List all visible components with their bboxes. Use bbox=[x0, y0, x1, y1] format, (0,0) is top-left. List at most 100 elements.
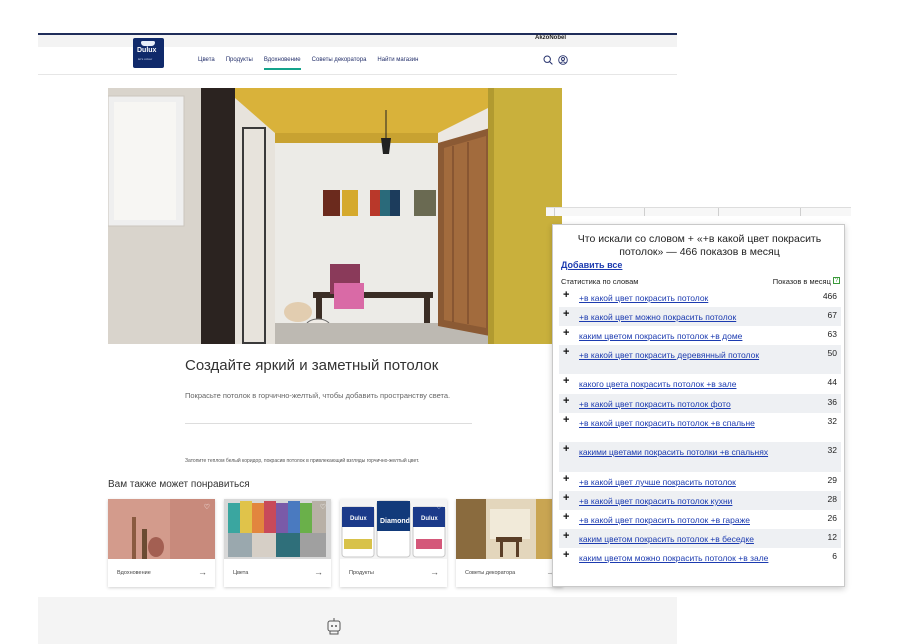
heart-icon[interactable]: ♡ bbox=[436, 503, 442, 511]
phrase-count: 12 bbox=[827, 532, 837, 542]
product-label: Diamond bbox=[380, 518, 410, 525]
card-colors[interactable]: ♡ Цвета → bbox=[224, 499, 331, 587]
add-phrase-icon[interactable]: + bbox=[563, 474, 569, 485]
nav-item-decorator-tips[interactable]: Советы декоратора bbox=[312, 57, 367, 70]
related-heading: Вам также может понравиться bbox=[108, 479, 250, 490]
phrase-link[interactable]: каким цветом можно покрасить потолок +в … bbox=[559, 548, 841, 564]
wordstat-popup: Что искали со словом + «+в какой цвет по… bbox=[552, 224, 845, 587]
card-image: Dulux Diamond Dulux ♡ bbox=[340, 499, 447, 559]
nav-item-colors[interactable]: Цвета bbox=[198, 57, 215, 70]
akzonobel-brand[interactable]: AkzoNobel bbox=[535, 35, 566, 41]
background-table-strip bbox=[546, 207, 851, 216]
column-phrase-header: Статистика по словам bbox=[561, 277, 639, 286]
add-phrase-icon[interactable]: + bbox=[563, 444, 569, 455]
phrase-link[interactable]: каким цветом покрасить потолок +в беседк… bbox=[559, 529, 841, 545]
column-count-label: Показов в месяц bbox=[772, 277, 831, 286]
phrase-count: 36 bbox=[827, 397, 837, 407]
phrase-link[interactable]: +в какой цвет покрасить деревянный потол… bbox=[559, 345, 841, 361]
product-label: Dulux bbox=[350, 516, 367, 522]
phrase-link[interactable]: +в какой цвет покрасить потолок фото bbox=[559, 394, 841, 410]
add-all-link[interactable]: Добавить все bbox=[561, 260, 622, 270]
card-decorator-tips[interactable]: ♡ Советы декоратора → bbox=[456, 499, 563, 587]
table-row: + +в какой цвет покрасить потолок кухни … bbox=[559, 491, 841, 510]
dulux-logo[interactable]: Dulux let's colour bbox=[133, 38, 164, 68]
footer bbox=[38, 597, 677, 644]
card-products[interactable]: Dulux Diamond Dulux ♡ Продукты → bbox=[340, 499, 447, 587]
card-label: Продукты bbox=[349, 570, 374, 576]
add-phrase-icon[interactable]: + bbox=[563, 531, 569, 542]
table-row: + +в какой цвет покрасить потолок +в спа… bbox=[559, 413, 841, 442]
table-header: Статистика по словам Показов в месяц ? bbox=[561, 277, 840, 286]
table-row: + какого цвета покрасить потолок +в зале… bbox=[559, 374, 841, 394]
phrase-count: 466 bbox=[822, 291, 837, 301]
table-row: + +в какой цвет покрасить деревянный пот… bbox=[559, 345, 841, 374]
phrase-link[interactable]: +в какой цвет лучше покрасить потолок bbox=[559, 472, 841, 488]
add-phrase-icon[interactable]: + bbox=[563, 512, 569, 523]
arrow-right-icon[interactable]: → bbox=[198, 567, 207, 577]
phrase-count: 28 bbox=[827, 494, 837, 504]
phrase-count: 26 bbox=[827, 513, 837, 523]
table-row: + каким цветом можно покрасить потолок +… bbox=[559, 548, 841, 577]
phrase-table: + +в какой цвет покрасить потолок 466 + … bbox=[559, 288, 841, 577]
phrase-count: 50 bbox=[827, 348, 837, 358]
phrase-count: 63 bbox=[827, 329, 837, 339]
article-divider bbox=[185, 423, 472, 424]
phrase-count: 6 bbox=[832, 551, 837, 561]
heart-icon[interactable]: ♡ bbox=[320, 503, 326, 511]
help-icon[interactable]: ? bbox=[833, 277, 840, 284]
phrase-link[interactable]: какими цветами покрасить потолки +в спал… bbox=[559, 442, 841, 458]
table-row: + какими цветами покрасить потолки +в сп… bbox=[559, 442, 841, 472]
table-row: + +в какой цвет покрасить потолок 466 bbox=[559, 288, 841, 307]
logo-drop-shape bbox=[141, 41, 155, 46]
phrase-link[interactable]: +в какой цвет покрасить потолок кухни bbox=[559, 491, 841, 507]
phrase-link[interactable]: какого цвета покрасить потолок +в зале bbox=[559, 374, 841, 390]
card-image: ♡ bbox=[456, 499, 563, 559]
add-phrase-icon[interactable]: + bbox=[563, 415, 569, 426]
header-divider bbox=[38, 74, 677, 75]
add-phrase-icon[interactable]: + bbox=[563, 396, 569, 407]
arrow-right-icon[interactable]: → bbox=[314, 567, 323, 577]
logo-subtext: let's colour bbox=[138, 57, 153, 61]
phrase-link[interactable]: +в какой цвет покрасить потолок +в спаль… bbox=[559, 413, 841, 429]
phrase-count: 32 bbox=[827, 416, 837, 426]
add-phrase-icon[interactable]: + bbox=[563, 290, 569, 301]
phrase-link[interactable]: +в какой цвет покрасить потолок +в гараж… bbox=[559, 510, 841, 526]
column-count-header: Показов в месяц ? bbox=[773, 277, 840, 286]
add-phrase-icon[interactable]: + bbox=[563, 347, 569, 358]
related-cards: ♡ Вдохновение → ♡ Цвета → Dulux Diamond … bbox=[108, 499, 563, 587]
add-phrase-icon[interactable]: + bbox=[563, 328, 569, 339]
add-phrase-icon[interactable]: + bbox=[563, 309, 569, 320]
phrase-link[interactable]: +в какой цвет можно покрасить потолок bbox=[559, 307, 841, 323]
card-label: Вдохновение bbox=[117, 570, 151, 576]
add-phrase-icon[interactable]: + bbox=[563, 550, 569, 561]
article-intro: Покрасьте потолок в горчично-желтый, что… bbox=[185, 391, 451, 400]
nav-item-find-store[interactable]: Найти магазин bbox=[377, 57, 418, 70]
nav-item-inspiration[interactable]: Вдохновение bbox=[263, 57, 301, 70]
card-image: ♡ bbox=[224, 499, 331, 559]
chatbot-icon[interactable] bbox=[326, 617, 342, 635]
phrase-count: 67 bbox=[827, 310, 837, 320]
phrase-link[interactable]: +в какой цвет покрасить потолок bbox=[559, 288, 841, 304]
card-label: Цвета bbox=[233, 570, 249, 576]
card-inspiration[interactable]: ♡ Вдохновение → bbox=[108, 499, 215, 587]
table-row: + каким цветом покрасить потолок +в бесе… bbox=[559, 529, 841, 548]
table-row: + каким цветом покрасить потолок +в доме… bbox=[559, 326, 841, 345]
header-icons bbox=[543, 55, 568, 65]
add-phrase-icon[interactable]: + bbox=[563, 376, 569, 387]
search-icon[interactable] bbox=[543, 55, 553, 65]
add-phrase-icon[interactable]: + bbox=[563, 493, 569, 504]
phrase-count: 32 bbox=[827, 445, 837, 455]
heart-icon[interactable]: ♡ bbox=[204, 503, 210, 511]
nav-item-products[interactable]: Продукты bbox=[226, 57, 253, 70]
phrase-link[interactable]: каким цветом покрасить потолок +в доме bbox=[559, 326, 841, 342]
arrow-right-icon[interactable]: → bbox=[430, 567, 439, 577]
user-icon[interactable] bbox=[558, 55, 568, 65]
table-row: + +в какой цвет покрасить потолок +в гар… bbox=[559, 510, 841, 529]
phrase-count: 29 bbox=[827, 475, 837, 485]
logo-text: Dulux bbox=[137, 47, 157, 54]
main-nav: Цвета Продукты Вдохновение Советы декора… bbox=[198, 57, 418, 70]
article-title: Создайте яркий и заметный потолок bbox=[185, 357, 439, 374]
table-row: + +в какой цвет покрасить потолок фото 3… bbox=[559, 394, 841, 413]
hero-image bbox=[108, 88, 562, 344]
card-label: Советы декоратора bbox=[465, 570, 516, 576]
